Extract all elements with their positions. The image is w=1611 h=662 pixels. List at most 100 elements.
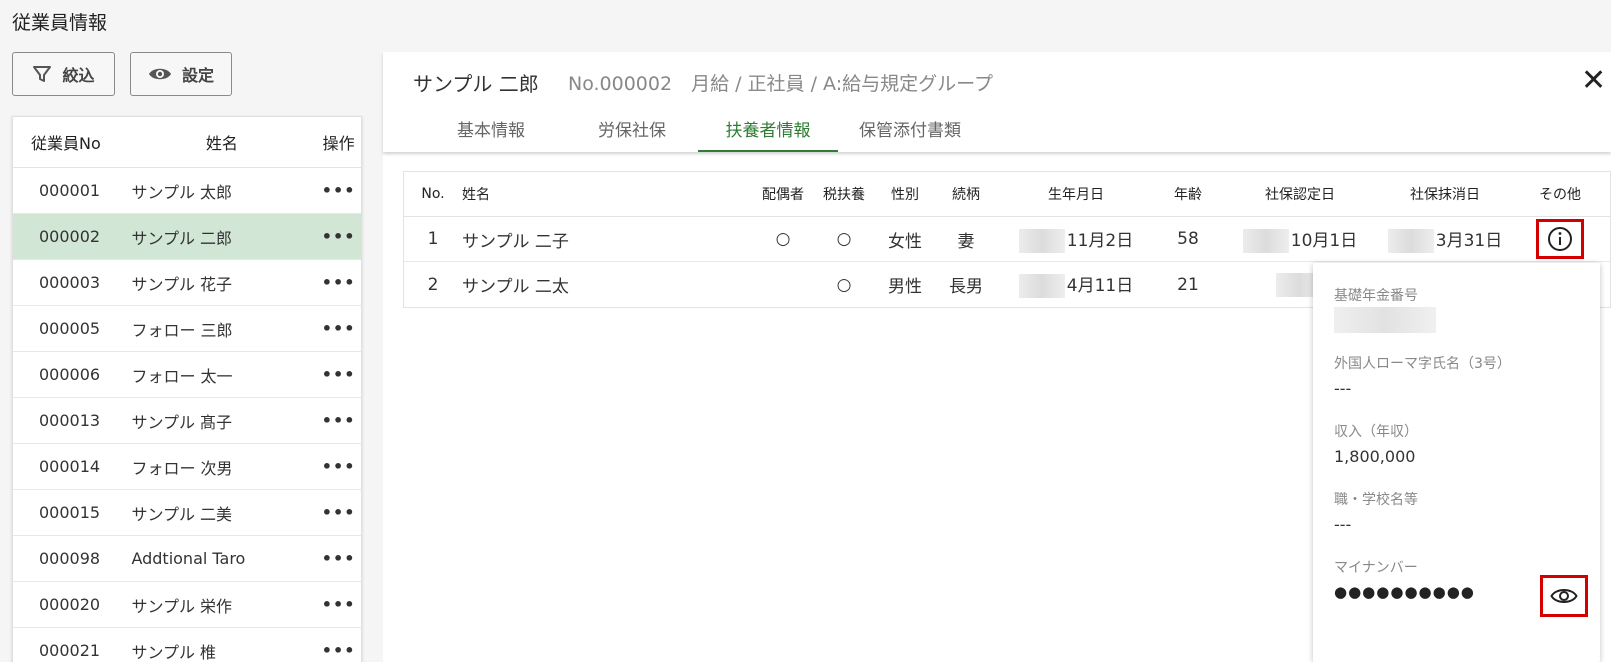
dep-birth-value: 11月2日: [1066, 230, 1134, 251]
dependent-detail-popup: 基礎年金番号 外国人ローマ字氏名（3号） --- 収入（年収） 1,800,00…: [1313, 263, 1600, 662]
more-actions-button[interactable]: •••: [316, 503, 361, 522]
dep-birth: 4月11日: [996, 271, 1156, 298]
employee-row[interactable]: 000020 サンプル 栄作 •••: [13, 582, 361, 628]
employee-name-cell: フォロー 太一: [131, 366, 233, 386]
eye-icon: [148, 65, 172, 83]
more-actions-button[interactable]: •••: [316, 641, 361, 660]
dep-name: サンプル 二子: [462, 231, 569, 252]
dep-tax: ○: [836, 274, 852, 295]
pension-field: 基礎年金番号: [1334, 285, 1436, 333]
employee-no: 000005: [39, 319, 101, 338]
tab-dependents[interactable]: 扶養者情報: [698, 112, 838, 152]
employee-row[interactable]: 000015 サンプル 二美 •••: [13, 490, 361, 536]
employee-row[interactable]: 000002 サンプル 二郎 •••: [13, 214, 361, 260]
mynumber-value: ●●●●●●●●●●: [1334, 583, 1475, 601]
employee-list-header: 従業員No 姓名 操作: [13, 117, 361, 168]
settings-button[interactable]: 設定: [130, 52, 232, 96]
dep-name: サンプル 二太: [462, 277, 569, 297]
dependent-row[interactable]: 1 サンプル 二子 ○ ○ 女性 妻 11月2日 58 10月1日 3月31日: [404, 217, 1610, 262]
employee-name-cell: サンプル 太郎: [131, 182, 233, 202]
employee-no: 000006: [39, 365, 101, 384]
employee-row[interactable]: 000014 フォロー 次男 •••: [13, 444, 361, 490]
dep-birth-value: 4月11日: [1066, 276, 1134, 296]
more-actions-button[interactable]: •••: [316, 595, 361, 614]
close-icon[interactable]: ✕: [1581, 64, 1611, 98]
tab-attachments[interactable]: 保管添付書類: [838, 112, 982, 152]
dep-relation: 長男: [949, 277, 983, 297]
income-value: 1,800,000: [1334, 447, 1416, 466]
employee-no: 000021: [39, 641, 101, 660]
more-actions-button[interactable]: •••: [316, 227, 361, 246]
dep-other: [1510, 219, 1610, 259]
detail-tabs: 基本情報 労保社保 扶養者情報 保管添付書類: [416, 112, 982, 152]
col-birth: 生年月日: [1048, 187, 1104, 203]
employee-name-cell: サンプル 二郎: [131, 228, 233, 248]
employee-row[interactable]: 000098 Addtional Taro •••: [13, 536, 361, 582]
col-other: その他: [1539, 187, 1581, 203]
col-removed: 社保抹消日: [1410, 187, 1480, 203]
col-spouse: 配偶者: [762, 187, 804, 203]
income-field: 収入（年収） 1,800,000: [1334, 421, 1418, 466]
dep-birth: 11月2日: [996, 226, 1156, 253]
employee-no: 000020: [39, 595, 101, 614]
employee-name-cell: フォロー 次男: [131, 458, 233, 478]
employee-row[interactable]: 000003 サンプル 花子 •••: [13, 260, 361, 306]
employee-no: 000015: [39, 503, 101, 522]
more-actions-button[interactable]: •••: [316, 365, 361, 384]
employee-row[interactable]: 000001 サンプル 太郎 •••: [13, 168, 361, 214]
employee-row[interactable]: 000006 フォロー 太一 •••: [13, 352, 361, 398]
job-label: 職・学校名等: [1334, 492, 1418, 508]
redacted-year: [1387, 228, 1434, 253]
dep-insured: 10月1日: [1220, 226, 1380, 253]
dep-insured-value: 10月1日: [1290, 230, 1358, 251]
info-button[interactable]: [1536, 219, 1584, 259]
filter-label: 絞込: [62, 66, 95, 85]
page-title: 従業員情報: [12, 12, 108, 34]
redacted-year: [1242, 228, 1289, 253]
info-icon: [1548, 227, 1572, 251]
employee-no: 000013: [39, 411, 101, 430]
employee-row[interactable]: 000005 フォロー 三郎 •••: [13, 306, 361, 352]
employee-list: 従業員No 姓名 操作 000001 サンプル 太郎 ••• 000002 サンプル 二…: [12, 116, 362, 662]
employee-meta: No.000002 月給 / 正社員 / A:給与規定グループ: [568, 73, 993, 95]
employee-name-cell: フォロー 三郎: [131, 320, 233, 340]
more-actions-button[interactable]: •••: [316, 411, 361, 430]
employee-no: 000002: [39, 227, 101, 246]
header-employee-no: 従業員No: [31, 134, 101, 153]
romaji-label: 外国人ローマ字氏名（3号）: [1334, 356, 1511, 372]
dep-relation: 妻: [957, 231, 975, 252]
dep-no: 2: [427, 274, 439, 295]
pension-label: 基礎年金番号: [1334, 288, 1418, 304]
more-actions-button[interactable]: •••: [316, 273, 361, 292]
col-no: No.: [421, 186, 445, 202]
employee-row[interactable]: 000021 サンプル 椎 •••: [13, 628, 361, 662]
employee-name-cell: サンプル 花子: [131, 274, 233, 294]
job-value: ---: [1334, 515, 1352, 534]
tab-basic-info[interactable]: 基本情報: [416, 112, 566, 152]
dep-age: 58: [1177, 229, 1199, 249]
tab-insurance[interactable]: 労保社保: [566, 112, 698, 152]
col-relation: 続柄: [952, 187, 980, 203]
romaji-value: ---: [1334, 379, 1352, 398]
filter-icon: [32, 64, 52, 84]
employee-row[interactable]: 000013 サンプル 髙子 •••: [13, 398, 361, 444]
dep-age: 21: [1177, 274, 1199, 295]
mynumber-label: マイナンバー: [1334, 560, 1418, 576]
show-mynumber-button[interactable]: [1540, 575, 1588, 617]
filter-button[interactable]: 絞込: [12, 52, 115, 96]
more-actions-button[interactable]: •••: [316, 181, 361, 200]
employee-name: サンプル 二郎: [413, 72, 539, 96]
employee-name-cell: サンプル 栄作: [131, 596, 233, 616]
dep-spouse: ○: [775, 229, 791, 249]
settings-label: 設定: [181, 66, 214, 85]
employee-name-cell: Addtional Taro: [131, 549, 246, 568]
col-name: 姓名: [462, 187, 490, 203]
more-actions-button[interactable]: •••: [316, 319, 361, 338]
mynumber-field: マイナンバー ●●●●●●●●●●: [1334, 557, 1475, 601]
employee-no: 000001: [39, 181, 101, 200]
more-actions-button[interactable]: •••: [316, 457, 361, 476]
employee-name-cell: サンプル 二美: [131, 504, 233, 524]
dep-tax: ○: [836, 229, 852, 249]
dep-no: 1: [427, 229, 439, 249]
more-actions-button[interactable]: •••: [316, 549, 361, 568]
